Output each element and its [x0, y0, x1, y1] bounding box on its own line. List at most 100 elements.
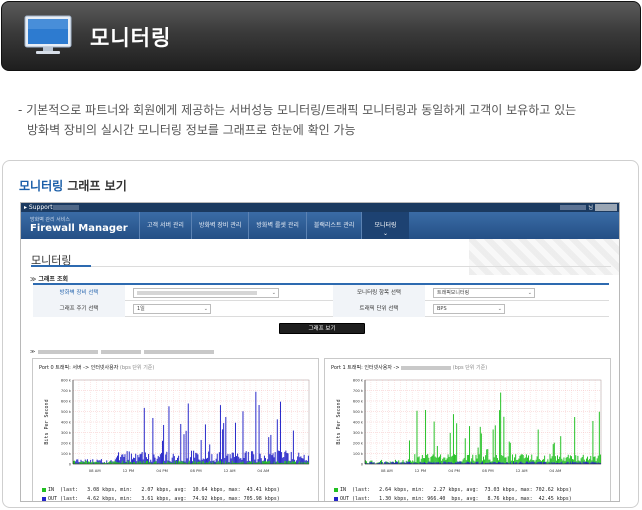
data-bar-out	[172, 453, 174, 464]
data-bar-out	[214, 461, 216, 464]
data-bar-out	[132, 459, 133, 464]
y-tick-label: 200 k	[353, 442, 364, 446]
data-bar-in	[563, 457, 565, 464]
blurred-text	[144, 349, 215, 354]
data-bar-out	[532, 461, 534, 464]
unit-select[interactable]: BPS ⌄	[433, 304, 505, 314]
data-bar-in	[507, 456, 509, 464]
data-bar-in	[109, 461, 111, 464]
data-bar-in	[137, 461, 139, 464]
page-header: 모니터링	[1, 1, 641, 71]
data-bar-out	[157, 455, 159, 464]
data-bar-out	[143, 407, 145, 464]
data-bar-in	[242, 461, 244, 464]
data-bar-in	[521, 454, 523, 464]
data-bar-in	[452, 414, 454, 464]
data-bar-out	[296, 460, 298, 464]
legend-in-swatch	[42, 487, 46, 492]
data-bar-in	[248, 461, 250, 464]
data-bar-in	[589, 458, 591, 464]
brand-logo[interactable]: Firewall Manager	[30, 223, 128, 234]
nav-item-customer-server[interactable]: 고객 서버 관리	[139, 212, 191, 239]
data-bar-out	[185, 430, 187, 464]
x-tick-label: 04 AM	[549, 468, 561, 473]
data-bar-out	[174, 460, 176, 464]
nav-item-firewall-device[interactable]: 방화벽 장비 관리	[190, 212, 248, 239]
data-bar-in	[542, 459, 543, 464]
nav-item-ruleset[interactable]: 방화벽 룰셋 관리	[248, 212, 305, 239]
data-bar-out	[252, 451, 254, 464]
data-bar-in	[449, 432, 451, 464]
data-bar-in	[509, 442, 511, 464]
traffic-chart-port-1: 800 k 700 k 600 k 500 k 400 k 300 k 200 k 100 k…	[336, 379, 602, 473]
data-bar-in	[154, 461, 156, 464]
y-axis-label: Bits Per Second	[44, 399, 50, 444]
blurred-user-name	[560, 205, 587, 210]
data-bar-out	[213, 460, 215, 464]
data-bar-in	[554, 456, 556, 464]
item-label: 모니터링 항목 선택	[333, 285, 425, 301]
nav-item-monitoring[interactable]: 모니터링	[361, 212, 409, 239]
item-select[interactable]: 트래픽모니터링 ⌄	[433, 288, 535, 298]
data-bar-out	[207, 457, 209, 464]
data-bar-in	[147, 460, 148, 464]
data-bar-in	[366, 461, 368, 464]
data-bar-out	[545, 461, 547, 464]
data-bar-in	[454, 454, 456, 464]
x-tick-label: 12 AM	[224, 468, 236, 473]
data-bar-in	[417, 457, 419, 464]
data-bar-in	[266, 461, 268, 464]
data-bar-out	[298, 452, 300, 464]
data-bar-in	[596, 458, 598, 464]
data-bar-out	[403, 461, 405, 464]
support-link[interactable]: ▸ Support	[24, 203, 53, 212]
data-bar-in	[461, 461, 463, 464]
x-tick-label: 04 AM	[257, 468, 269, 473]
data-bar-in	[500, 392, 502, 464]
nav-item-blacklist[interactable]: 블랙리스트 관리	[305, 212, 362, 239]
logout-button[interactable]	[595, 204, 617, 211]
y-tick-label: 400 k	[353, 421, 364, 425]
data-bar-in	[267, 461, 269, 464]
legend-in-text: IN (last: 2.64 kbps, min: 2.27 kbps, avg…	[340, 487, 572, 493]
data-bar-in	[114, 461, 116, 464]
device-label: 방화벽 장비 선택	[33, 285, 125, 301]
section-title: 그래프 조회	[38, 276, 69, 283]
user-area: 님	[560, 204, 617, 211]
data-bar-in	[495, 455, 497, 464]
data-bar-out	[286, 452, 288, 464]
data-bar-in	[592, 420, 594, 464]
data-bar-in	[574, 417, 576, 464]
data-bar-out	[396, 461, 398, 464]
cycle-select[interactable]: 1일 ⌄	[133, 304, 211, 314]
graph-unit-note: (bps 단위 기준)	[119, 365, 155, 371]
data-bar-out	[191, 450, 192, 464]
data-bar-in	[126, 460, 128, 464]
device-select[interactable]: ⌄	[133, 288, 279, 298]
data-bar-in	[178, 460, 180, 464]
y-tick-label: 700 k	[61, 389, 72, 393]
data-bar-out	[226, 455, 228, 464]
x-tick-label: 04 PM	[448, 468, 460, 473]
graph-section-header: ≫	[30, 349, 215, 355]
card-title: 모니터링 그래프 보기	[19, 177, 127, 194]
data-bar-in	[193, 460, 195, 464]
data-bar-out	[572, 461, 574, 464]
data-bar-in	[273, 461, 275, 464]
data-bar-out	[538, 461, 540, 464]
data-bar-out	[148, 454, 150, 464]
graph-title-text: Port 1 트래픽: 인터넷사용자 ->	[331, 365, 400, 371]
y-tick-label: 200 k	[61, 442, 72, 446]
data-bar-in	[261, 460, 263, 464]
data-bar-out	[224, 457, 226, 464]
unit-label: 트래픽 단위 선택	[333, 301, 425, 317]
data-bar-in	[550, 458, 552, 464]
cycle-label: 그래프 주기 선택	[33, 301, 125, 317]
data-bar-out	[477, 461, 479, 464]
data-bar-out	[283, 457, 285, 464]
view-graph-button[interactable]: 그래프 보기	[279, 323, 365, 334]
section-marker: ≫	[30, 349, 36, 355]
data-bar-out	[259, 453, 261, 464]
data-bar-in	[219, 460, 221, 464]
data-bar-in	[149, 461, 151, 464]
